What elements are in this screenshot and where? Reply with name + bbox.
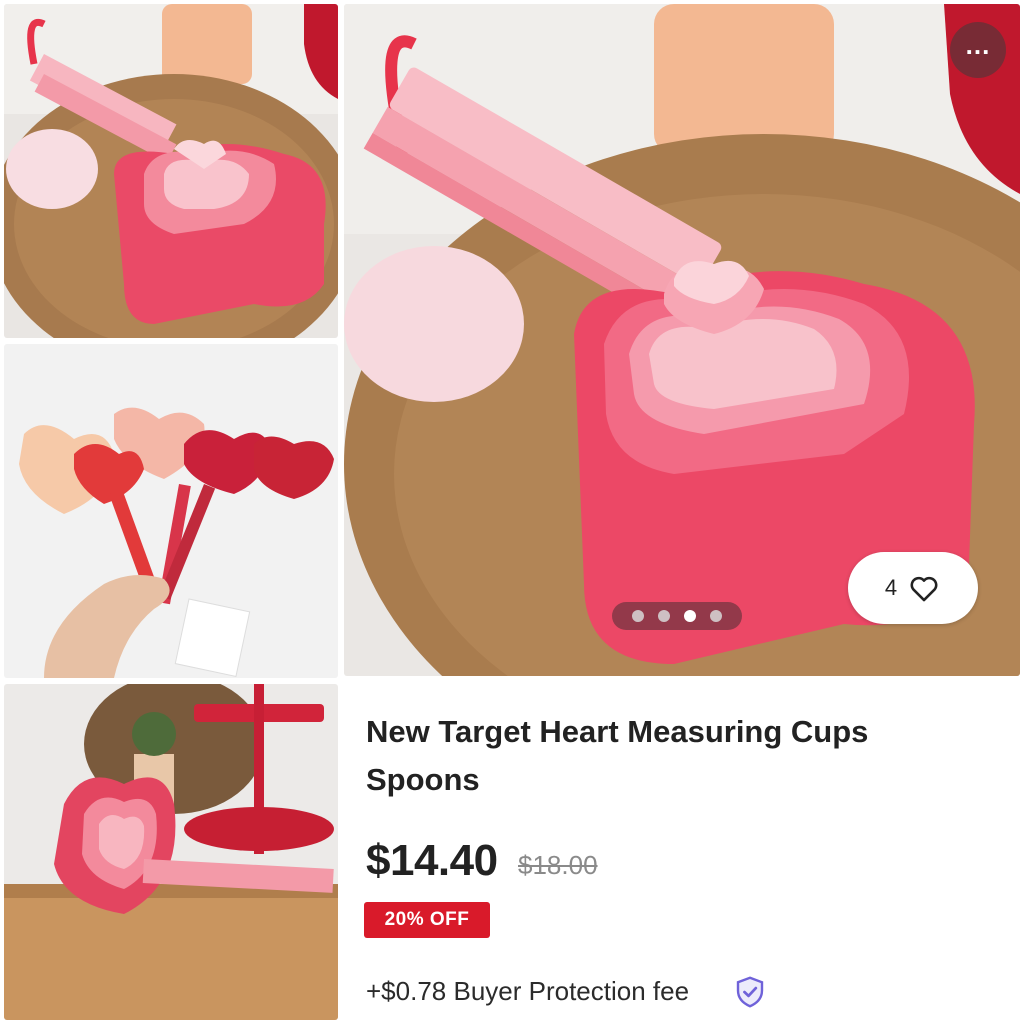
product-photo-2 bbox=[4, 344, 338, 678]
pagination-dot[interactable] bbox=[710, 610, 722, 622]
product-info: New Target Heart Measuring Cups Spoons $… bbox=[344, 690, 1020, 1020]
heart-outline-icon bbox=[910, 576, 938, 602]
thumbnail-1[interactable] bbox=[4, 4, 338, 338]
product-photo-3 bbox=[4, 684, 338, 1020]
like-count: 4 bbox=[884, 575, 898, 600]
product-title: New Target Heart Measuring Cups Spoons bbox=[366, 714, 869, 797]
more-options-button[interactable]: ... bbox=[950, 22, 1006, 78]
original-price: $18.00 bbox=[518, 850, 598, 880]
buyer-protection-fee: +$0.78 Buyer Protection fee bbox=[366, 976, 690, 1006]
thumbnail-2[interactable] bbox=[4, 344, 338, 678]
like-button[interactable]: 4 bbox=[848, 552, 978, 624]
ellipsis-icon: ... bbox=[965, 30, 991, 60]
pagination-dot[interactable] bbox=[658, 610, 670, 622]
thumbnail-3[interactable] bbox=[4, 684, 338, 1020]
shield-check-icon[interactable] bbox=[732, 974, 768, 1010]
pagination-dot[interactable] bbox=[632, 610, 644, 622]
product-photo-1 bbox=[4, 4, 338, 338]
main-product-image[interactable]: ... 4 bbox=[344, 4, 1020, 676]
image-pagination-dots bbox=[612, 602, 742, 630]
sale-price: $14.40 bbox=[366, 836, 498, 885]
pagination-dot-active[interactable] bbox=[684, 610, 696, 622]
discount-badge: 20% OFF bbox=[364, 902, 490, 938]
